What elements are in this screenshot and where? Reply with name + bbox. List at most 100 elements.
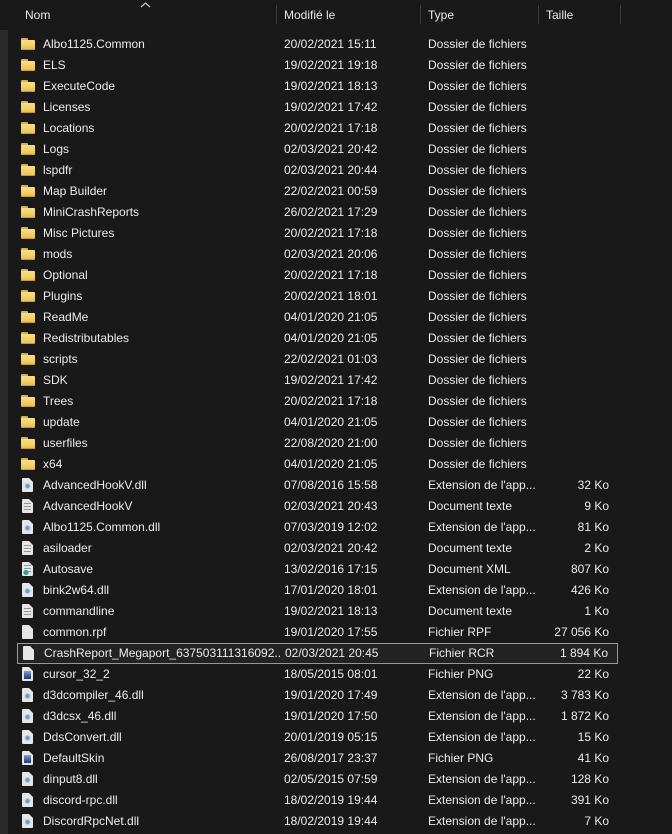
file-row[interactable]: ReadMe 04/01/2020 21:05 Dossier de fichier… <box>17 307 618 328</box>
file-row[interactable]: DdsConvert.dll 20/01/2019 05:15 Extension … <box>17 727 618 748</box>
file-date-modified: 20/02/2021 17:18 <box>284 226 378 240</box>
dll-file-icon <box>20 687 36 703</box>
folder-icon <box>20 36 36 52</box>
column-resize-handle[interactable] <box>620 5 621 24</box>
dll-file-icon <box>20 708 36 724</box>
file-row[interactable]: dinput8.dll 02/05/2015 07:59 Extension de … <box>17 769 618 790</box>
file-row[interactable]: common.rpf 19/01/2020 17:55 Fichier RPF 27 … <box>17 622 618 643</box>
file-row[interactable]: lspdfr 02/03/2021 20:44 Dossier de fichier… <box>17 160 618 181</box>
file-row[interactable]: Misc Pictures 20/02/2021 17:18 Dossier de … <box>17 223 618 244</box>
file-row-selected[interactable]: CrashReport_Megaport_637503111316092... 0… <box>17 643 618 664</box>
file-row[interactable]: DiscordRpcNet.dll 18/02/2019 19:44 Extensi… <box>17 811 618 832</box>
file-date-modified: 04/01/2020 21:05 <box>284 415 378 429</box>
folder-icon <box>20 351 36 367</box>
folder-icon <box>20 414 36 430</box>
column-header-size[interactable]: Taille <box>546 8 573 22</box>
file-name: d3dcsx_46.dll <box>43 709 117 723</box>
file-row[interactable]: Licenses 19/02/2021 17:42 Dossier de fichi… <box>17 97 618 118</box>
file-row[interactable]: commandline 19/02/2021 18:13 Document text… <box>17 601 618 622</box>
file-row[interactable]: Logs 02/03/2021 20:42 Dossier de fichiers <box>17 139 618 160</box>
file-type: Dossier de fichiers <box>428 226 527 240</box>
file-date-modified: 19/02/2021 19:18 <box>284 58 378 72</box>
file-type: Extension de l'app... <box>428 688 536 702</box>
file-row[interactable]: Redistributables 04/01/2020 21:05 Dossier … <box>17 328 618 349</box>
file-row[interactable]: DefaultSkin 26/08/2017 23:37 Fichier PNG 41… <box>17 748 618 769</box>
column-resize-handle[interactable] <box>276 5 277 24</box>
file-row[interactable]: MiniCrashReports 26/02/2021 17:29 Dossier … <box>17 202 618 223</box>
file-row[interactable]: ELS 19/02/2021 19:18 Dossier de fichiers <box>17 55 618 76</box>
file-type: Extension de l'app... <box>428 793 536 807</box>
file-date-modified: 07/03/2019 12:02 <box>284 520 378 534</box>
file-size: 1 872 Ko <box>560 709 609 723</box>
file-row[interactable]: AdvancedHookV.dll 07/08/2016 15:58 Extensi… <box>17 475 618 496</box>
file-name: Licenses <box>43 100 91 114</box>
file-row[interactable]: d3dcsx_46.dll 19/01/2020 17:50 Extension d… <box>17 706 618 727</box>
file-type: Dossier de fichiers <box>428 289 527 303</box>
file-type: Fichier PNG <box>428 751 494 765</box>
file-row[interactable]: asiloader 02/03/2021 20:42 Document texte 2… <box>17 538 618 559</box>
file-row[interactable]: ExecuteCode 19/02/2021 18:13 Dossier de fi… <box>17 76 618 97</box>
file-type: Extension de l'app... <box>428 772 536 786</box>
file-name: mods <box>43 247 73 261</box>
folder-icon <box>20 225 36 241</box>
file-date-modified: 02/03/2021 20:42 <box>284 541 378 555</box>
file-date-modified: 04/01/2020 21:05 <box>284 331 378 345</box>
file-row[interactable]: AdvancedHookV 02/03/2021 20:43 Document te… <box>17 496 618 517</box>
folder-icon <box>20 99 36 115</box>
column-header-date-modified[interactable]: Modifié le <box>284 8 335 22</box>
dll-file-icon <box>20 792 36 808</box>
file-type: Fichier RCR <box>429 646 495 660</box>
file-row[interactable]: Trees 20/02/2021 17:18 Dossier de fichiers <box>17 391 618 412</box>
file-type: Extension de l'app... <box>428 478 536 492</box>
column-resize-handle[interactable] <box>538 5 539 24</box>
column-headers: Nom Modifié le Type Taille <box>0 0 672 30</box>
file-type: Fichier PNG <box>428 667 494 681</box>
column-resize-handle[interactable] <box>420 5 421 24</box>
file-size: 807 Ko <box>570 562 609 576</box>
file-row[interactable]: Locations 20/02/2021 17:18 Dossier de fich… <box>17 118 618 139</box>
file-date-modified: 02/03/2021 20:44 <box>284 163 378 177</box>
file-size: 1 894 Ko <box>559 646 608 660</box>
file-name: SDK <box>43 373 68 387</box>
file-type: Dossier de fichiers <box>428 415 527 429</box>
file-date-modified: 20/01/2019 05:15 <box>284 730 378 744</box>
file-name: Redistributables <box>43 331 130 345</box>
file-name: DiscordRpcNet.dll <box>43 814 140 828</box>
file-row[interactable]: bink2w64.dll 17/01/2020 18:01 Extension de… <box>17 580 618 601</box>
folder-icon <box>20 78 36 94</box>
file-name: CrashReport_Megaport_637503111316092... <box>44 646 282 660</box>
file-row[interactable]: update 04/01/2020 21:05 Dossier de fichier… <box>17 412 618 433</box>
file-row[interactable]: Albo1125.Common.dll 07/03/2019 12:02 Exten… <box>17 517 618 538</box>
column-header-type[interactable]: Type <box>428 8 454 22</box>
file-name: Plugins <box>43 289 83 303</box>
file-size: 9 Ko <box>584 499 609 513</box>
xml-document-icon <box>20 561 36 577</box>
file-date-modified: 19/01/2020 17:50 <box>284 709 378 723</box>
column-header-name[interactable]: Nom <box>25 8 50 22</box>
file-row[interactable]: x64 04/01/2020 21:05 Dossier de fichiers <box>17 454 618 475</box>
file-row[interactable]: SDK 19/02/2021 17:42 Dossier de fichiers <box>17 370 618 391</box>
file-row[interactable]: Map Builder 22/02/2021 00:59 Dossier de fi… <box>17 181 618 202</box>
file-name: DefaultSkin <box>43 751 105 765</box>
file-row[interactable]: Optional 20/02/2021 17:18 Dossier de fichi… <box>17 265 618 286</box>
file-row[interactable]: discord-rpc.dll 18/02/2019 19:44 Extension… <box>17 790 618 811</box>
file-row[interactable]: cursor_32_2 18/05/2015 08:01 Fichier PNG 22… <box>17 664 618 685</box>
file-row[interactable]: userfiles 22/08/2020 21:00 Dossier de fich… <box>17 433 618 454</box>
folder-icon <box>20 330 36 346</box>
file-row[interactable]: scripts 22/02/2021 01:03 Dossier de fichie… <box>17 349 618 370</box>
file-type: Document texte <box>428 541 513 555</box>
file-name: dinput8.dll <box>43 772 98 786</box>
file-type: Dossier de fichiers <box>428 394 527 408</box>
file-row[interactable]: d3dcompiler_46.dll 19/01/2020 17:49 Extens… <box>17 685 618 706</box>
text-document-icon <box>20 498 36 514</box>
folder-icon <box>20 372 36 388</box>
file-row[interactable]: Plugins 20/02/2021 18:01 Dossier de fichie… <box>17 286 618 307</box>
file-row[interactable]: Albo1125.Common 20/02/2021 15:11 Dossier d… <box>17 34 618 55</box>
file-type: Dossier de fichiers <box>428 79 527 93</box>
folder-icon <box>20 267 36 283</box>
file-row[interactable]: mods 02/03/2021 20:06 Dossier de fichiers <box>17 244 618 265</box>
file-name: ExecuteCode <box>43 79 116 93</box>
file-date-modified: 26/08/2017 23:37 <box>284 751 378 765</box>
file-row[interactable]: Autosave 13/02/2016 17:15 Document XML 807 … <box>17 559 618 580</box>
file-name: lspdfr <box>43 163 73 177</box>
